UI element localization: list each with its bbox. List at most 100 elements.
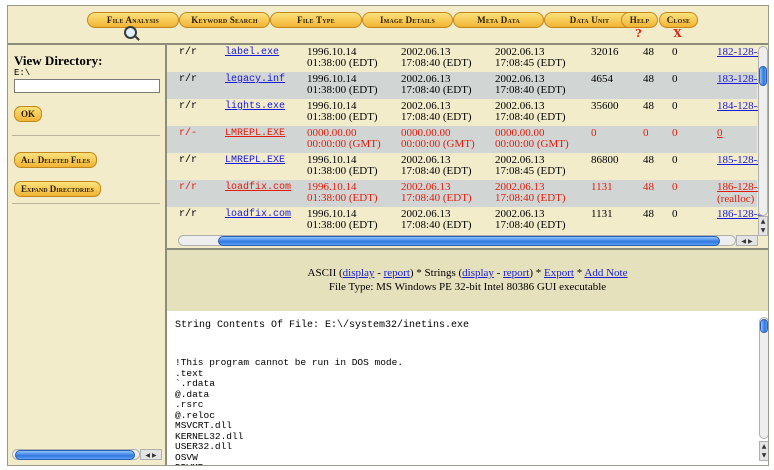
ok-button[interactable]: OK	[14, 106, 43, 122]
file-name-link[interactable]: legacy.inf	[225, 74, 285, 85]
changed-time: 17:08:45 (EDT)	[495, 57, 566, 69]
close-tab[interactable]: Close	[659, 12, 698, 28]
table-vertical-scrollbar[interactable]: ▲ ▼	[758, 46, 768, 236]
table-row[interactable]: r/r legacy.inf 1996.10.14 2002.06.13 2002.06…	[167, 72, 763, 99]
keyword-search-tab[interactable]: Keyword Search	[179, 12, 270, 28]
realloc-note: (realloc)	[717, 193, 755, 205]
changed-time: 00:00:00 (GMT)	[495, 138, 569, 150]
strings-display-link[interactable]: display	[462, 267, 494, 279]
accessed-time: 00:00:00 (GMT)	[401, 138, 475, 150]
all-deleted-files-button[interactable]: All Deleted Files	[14, 152, 98, 168]
current-path-label: E:\	[14, 68, 31, 78]
meta-address-link[interactable]: 0	[717, 128, 723, 139]
table-row[interactable]: r/r LMREPL.EXE 1996.10.14 2002.06.13 2002.06…	[167, 153, 763, 180]
file-type-tab[interactable]: File Type	[270, 12, 362, 28]
file-type-cell: r/r	[179, 209, 198, 220]
help-tab[interactable]: Help	[621, 12, 658, 28]
file-name-link[interactable]: LMREPL.EXE	[225, 128, 285, 139]
written-time: 01:38:00 (EDT)	[307, 57, 378, 69]
export-link[interactable]: Export	[544, 267, 574, 279]
file-type-cell: r/r	[179, 74, 198, 85]
accessed-time: 17:08:40 (EDT)	[401, 192, 472, 204]
file-type-text: File Type: MS Windows PE 32-bit Intel 80…	[328, 281, 607, 293]
meta-address-link[interactable]: 182-128-4	[717, 47, 763, 58]
changed-time: 17:08:40 (EDT)	[495, 219, 566, 231]
table-horizontal-scrollbar[interactable]: ◀ ▶	[178, 235, 758, 246]
strings-vertical-scrollbar[interactable]: ▲ ▼	[759, 317, 768, 465]
file-type-cell: r/r	[179, 182, 198, 193]
written-time: 01:38:00 (EDT)	[307, 84, 378, 96]
file-size: 1131	[591, 181, 613, 193]
left-horizontal-scrollbar[interactable]: ◀ ▶	[12, 449, 162, 460]
written-time: 01:38:00 (EDT)	[307, 111, 378, 123]
file-name-link[interactable]: loadfix.com	[225, 182, 291, 193]
meta-address-link[interactable]: 183-128-4	[717, 74, 763, 85]
uid-cell: 48	[643, 154, 654, 166]
meta-address-link[interactable]: 186-128-4	[717, 209, 763, 220]
view-directory-label: View Directory:	[14, 53, 103, 68]
uid-cell: 48	[643, 46, 654, 58]
scroll-arrows[interactable]: ▲ ▼	[759, 441, 768, 461]
ascii-report-link[interactable]: report	[384, 267, 410, 279]
written-time: 01:38:00 (EDT)	[307, 219, 378, 231]
separator: ) *	[529, 267, 545, 279]
scroll-arrows[interactable]: ◀ ▶	[140, 449, 162, 460]
file-name-link[interactable]: loadfix.com	[225, 209, 291, 220]
file-size: 0	[591, 127, 597, 139]
changed-time: 17:08:40 (EDT)	[495, 192, 566, 204]
meta-data-tab[interactable]: Meta Data	[453, 12, 544, 28]
gid-cell: 0	[672, 181, 678, 193]
gid-cell: 0	[672, 100, 678, 112]
uid-cell: 48	[643, 100, 654, 112]
scroll-thumb[interactable]	[218, 236, 720, 246]
close-icon[interactable]: X	[659, 27, 696, 40]
strings-title: String Contents Of File: E:\/system32/in…	[175, 320, 470, 331]
top-nav-bar: File Analysis Keyword Search File Type I…	[8, 6, 768, 45]
strings-report-link[interactable]: report	[503, 267, 529, 279]
divider	[12, 203, 160, 204]
meta-address-link[interactable]: 184-128-4	[717, 101, 763, 112]
table-row[interactable]: r/r label.exe 1996.10.14 2002.06.13 2002.06.…	[167, 45, 763, 72]
view-mode-links: ASCII (display - report) * Strings (disp…	[167, 267, 768, 279]
strings-label: ) * Strings (	[409, 267, 463, 279]
gid-cell: 0	[672, 208, 678, 220]
table-row[interactable]: r/r loadfix.com 1996.10.14 2002.06.13 2002.0…	[167, 207, 763, 234]
magnifier-icon[interactable]	[124, 26, 137, 39]
autopsy-window: File Analysis Keyword Search File Type I…	[7, 5, 769, 466]
gid-cell: 0	[672, 73, 678, 85]
file-type-cell: r/r	[179, 155, 198, 166]
changed-time: 17:08:40 (EDT)	[495, 84, 566, 96]
table-row[interactable]: r/r lights.exe 1996.10.14 2002.06.13 2002.06…	[167, 99, 763, 126]
scroll-thumb[interactable]	[15, 450, 135, 460]
scroll-track[interactable]	[759, 317, 768, 439]
ascii-display-link[interactable]: display	[343, 267, 375, 279]
accessed-time: 17:08:40 (EDT)	[401, 165, 472, 177]
left-directory-pane: View Directory: E:\ OK All Deleted Files…	[8, 45, 167, 465]
divider	[12, 135, 160, 136]
scroll-arrows[interactable]: ◀ ▶	[736, 235, 758, 246]
file-name-link[interactable]: LMREPL.EXE	[225, 155, 285, 166]
file-size: 86800	[591, 154, 619, 166]
uid-cell: 48	[643, 208, 654, 220]
scroll-arrows[interactable]: ▲ ▼	[758, 216, 768, 236]
file-name-link[interactable]: lights.exe	[225, 101, 285, 112]
add-note-link[interactable]: Add Note	[584, 267, 627, 279]
meta-address-link[interactable]: 186-128-4	[717, 182, 763, 193]
file-name-link[interactable]: label.exe	[225, 47, 279, 58]
written-time: 00:00:00 (GMT)	[307, 138, 381, 150]
image-details-tab[interactable]: Image Details	[362, 12, 453, 28]
scroll-thumb[interactable]	[759, 66, 767, 86]
separator: -	[374, 267, 384, 279]
meta-address-link[interactable]: 185-128-4	[717, 155, 763, 166]
table-row[interactable]: r/r loadfix.com 1996.10.14 2002.06.13 2002.0…	[167, 180, 763, 207]
directory-input[interactable]	[14, 79, 160, 93]
table-row[interactable]: r/- LMREPL.EXE 0000.00.00 0000.00.00 0000.00…	[167, 126, 757, 153]
accessed-time: 17:08:40 (EDT)	[401, 57, 472, 69]
file-size: 32016	[591, 46, 619, 58]
scroll-thumb[interactable]	[760, 319, 768, 333]
separator: -	[493, 267, 504, 279]
file-size: 4654	[591, 73, 613, 85]
help-icon[interactable]: ?	[621, 27, 656, 40]
expand-directories-button[interactable]: Expand Directories	[14, 181, 101, 197]
accessed-time: 17:08:40 (EDT)	[401, 84, 472, 96]
